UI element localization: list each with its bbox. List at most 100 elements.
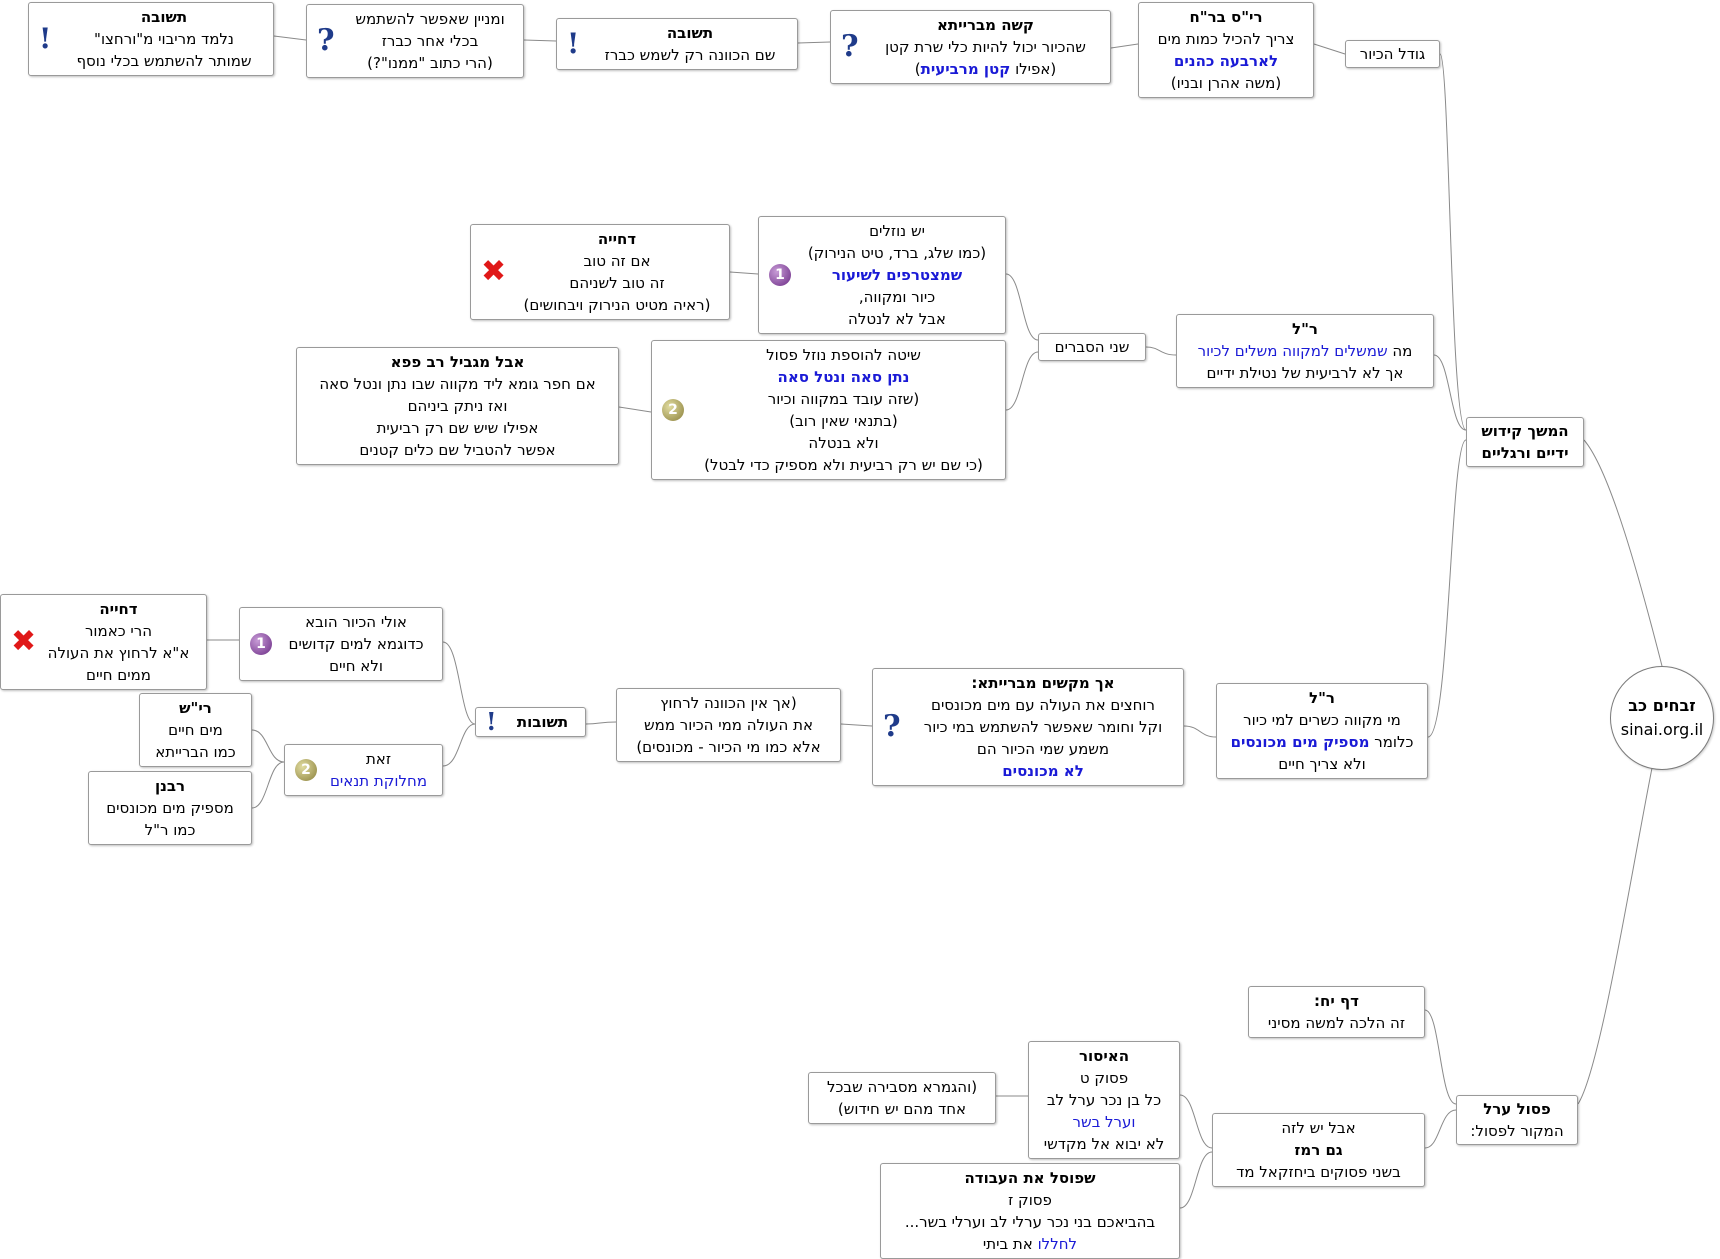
aval-yesh-node[interactable]: אבל יש לזה גם רמז בשני פסוקים ביחזקאל מד: [1212, 1113, 1425, 1187]
haisur-line3: וערל בשר: [1072, 1113, 1136, 1131]
teshuva-2-line1: נלמד מריבוי מ"ורחצו": [94, 30, 234, 48]
gemara-line1: (והגמרא מסבירה שבכל: [826, 1078, 978, 1096]
reject-icon: ✖: [11, 624, 37, 659]
minayin-node[interactable]: ומניין שאפשר להשתמש בכלי אחר כברז (הרי כ…: [306, 4, 524, 78]
gemara-node[interactable]: (והגמרא מסבירה שבכל אחד מהם יש חידוש): [808, 1072, 996, 1124]
shepasul-line3-a: לחללו: [1037, 1235, 1078, 1253]
shita-line5: ולא בנטלה: [808, 434, 879, 452]
rl-1-line1: מה שמשלים למקווה משלים לכיור: [1187, 340, 1423, 362]
ein-hakavana-line1: (אך אין הכוונה לרחוץ: [660, 694, 797, 712]
ach-makshim-line3: משמע שמי הכיור הם: [976, 740, 1110, 758]
minayin-line3: (הרי כתוב "ממנו"?): [367, 54, 493, 72]
shepasul-title: שפוסל את העבודה: [964, 1169, 1096, 1187]
exclamation-icon: !: [486, 707, 497, 736]
root-site: sinai.org.il: [1620, 720, 1704, 739]
yesh-nozlim-line5: אבל לא לנטלה: [848, 310, 946, 328]
shita-line2: נתן סאה ונטל סאה: [777, 368, 910, 386]
rish-brach-line3: (משה אהרן ובניו): [1170, 74, 1282, 92]
branch-pasul-line2: המקור לפסול:: [1470, 1122, 1564, 1140]
rabanan-title: רבנן: [154, 777, 186, 795]
rabanan-line2: כמו ר"ל: [144, 821, 196, 839]
number-1-icon: 1: [250, 633, 272, 655]
dchiya-1-line3: (ראיה מטיט הנירוק ויבחושים): [523, 296, 711, 314]
rabanan-node[interactable]: רבנן מספיק מים מכונסים כמו ר"ל: [88, 771, 252, 845]
dchiya-1-line2: זה טוב לשניהם: [569, 274, 665, 292]
rish-brach-line2: לארבעה כהנים: [1173, 52, 1279, 70]
rl-1-title: ר"ל: [1292, 320, 1318, 338]
shepasul-line2: בהביאכם בני נכר ערלי לב וערלי בשר...: [904, 1213, 1156, 1231]
minayin-line1: ומניין שאפשר להשתמש: [355, 10, 505, 28]
rl-1-line1-b: שמשלים למקווה משלים לכיור: [1197, 342, 1388, 360]
branch-pasul-node[interactable]: פסול ערל המקור לפסול:: [1456, 1095, 1578, 1145]
kasha-line1: שהכיור יכול להיות כלי שרת קטן: [885, 38, 1086, 56]
godel-kiyor-node[interactable]: גודל הכיור: [1345, 40, 1440, 68]
shnei-hesberim-node[interactable]: שני הסברים: [1038, 333, 1146, 361]
ein-hakavana-node[interactable]: (אך אין הכוונה לרחוץ את העולה ממי הכיור …: [616, 688, 841, 762]
shepasul-node[interactable]: שפוסל את העבודה פסוק ז בהביאכם בני נכר ע…: [880, 1163, 1180, 1259]
yesh-nozlim-line1: יש נוזלים: [869, 222, 925, 240]
kasha-line2-a: (אפילו: [1010, 60, 1057, 78]
shita-line4: (בתנאי שאין רוב): [789, 412, 898, 430]
rish-line2: כמו הברייתא: [155, 743, 236, 761]
dchiya-2-line3: ממים חיים: [86, 666, 151, 684]
shita-node[interactable]: שיטה להוספת נוזל פסול נתן סאה ונטל סאה (…: [651, 340, 1006, 480]
rl-1-line2: אך לא לרביעית של נטילת ידיים: [1206, 364, 1404, 382]
yesh-nozlim-line3: שמצטרפים לשיעור: [831, 266, 963, 284]
rish-node[interactable]: רי"ש מים חיים כמו הברייתא: [139, 693, 252, 767]
reject-icon: ✖: [481, 254, 507, 289]
branch-hemshech-line1: המשך קידוש: [1481, 422, 1569, 440]
ulai-node[interactable]: אולי הכיור הובא כדוגמא למים קדושים ולא ח…: [239, 607, 443, 681]
daf-yach-node[interactable]: דף יח: זה הלכה למשה מסיני: [1248, 986, 1425, 1038]
question-icon: ?: [883, 709, 901, 744]
dchiya-2-line2: א"א לרחוץ את העולה: [47, 644, 190, 662]
godel-kiyor-label: גודל הכיור: [1359, 45, 1426, 63]
aval-mgabil-node[interactable]: אבל מגביל רב פפא אם חפר גומא ליד מקווה ש…: [296, 347, 619, 465]
zot-node[interactable]: זאת מחלוקת תנאים 2: [284, 744, 443, 796]
rl-node-1[interactable]: ר"ל מה שמשלים למקווה משלים לכיור אך לא ל…: [1176, 314, 1434, 388]
dchiya-2-line1: הרי כאמור: [84, 622, 153, 640]
dchiya-1-title: דחייה: [597, 230, 637, 248]
aval-mgabil-line3: אפילו שיש שם רק רביעית: [376, 419, 539, 437]
dchiya-node-1[interactable]: דחייה אם זה טוב זה טוב לשניהם (ראיה מטיט…: [470, 224, 730, 320]
daf-yach-line1: זה הלכה למשה מסיני: [1267, 1014, 1406, 1032]
rl-1-line1-a: מה: [1387, 342, 1413, 360]
haisur-node[interactable]: האיסור פסוק ט כל בן נכר ערל לב וערל בשר …: [1028, 1041, 1180, 1159]
teshuva-node-1[interactable]: תשובה שם הכוונה רק לשמש כברז !: [556, 18, 798, 70]
branch-hemshech-node[interactable]: המשך קידוש ידיים ורגליים: [1466, 417, 1584, 467]
yesh-nozlim-node[interactable]: יש נוזלים (כמו שלג, ברד, טיט הנירוק) שמצ…: [758, 216, 1006, 334]
rish-brach-line1: צריך להכיל כמות מים: [1157, 30, 1295, 48]
aval-mgabil-line2: ואז ניתק ביניהם: [407, 397, 508, 415]
kasha-node[interactable]: קשה מברייתא שהכיור יכול להיות כלי שרת קט…: [830, 10, 1111, 84]
aval-mgabil-title: אבל מגביל רב פפא: [390, 353, 525, 371]
aval-yesh-line3: בשני פסוקים ביחזקאל מד: [1236, 1163, 1401, 1181]
branch-hemshech-line2: ידיים ורגליים: [1481, 444, 1569, 462]
rl-node-2[interactable]: ר"ל מי מקווה כשרים למי כיור כלומר מספיק …: [1216, 683, 1428, 779]
exclamation-icon: !: [39, 22, 52, 55]
gemara-line2: אחד מהם יש חידוש): [837, 1100, 967, 1118]
yesh-nozlim-line4: כיור ומקווה,: [858, 288, 936, 306]
rl-2-line2-a: כלומר: [1369, 733, 1414, 751]
rish-title: רי"ש: [179, 699, 212, 717]
teshuva-1-title: תשובה: [666, 24, 714, 42]
haisur-title: האיסור: [1078, 1047, 1130, 1065]
shnei-hesberim-label: שני הסברים: [1054, 338, 1130, 356]
root-node[interactable]: זבחים כב sinai.org.il: [1610, 666, 1714, 770]
teshuva-node-2[interactable]: תשובה נלמד מריבוי מ"ורחצו" שמותר להשתמש …: [28, 2, 274, 76]
ach-makshim-node[interactable]: אך מקשים מברייתא: רוחצים את העולה עם מים…: [872, 668, 1184, 786]
minayin-line2: בכלי אחר כברז: [381, 32, 479, 50]
rish-brach-node[interactable]: רי"ס בר"ח צריך להכיל כמות מים לארבעה כהנ…: [1138, 2, 1314, 98]
teshuva-2-title: תשובה: [140, 8, 188, 26]
ach-makshim-line2: וקל וחומר שאפשר להשתמש במי כיור: [923, 718, 1163, 736]
kasha-title: קשה מברייתא: [937, 16, 1034, 34]
shepasul-line3-b: את ביתי: [982, 1235, 1038, 1253]
zot-line2: מחלוקת תנאים: [329, 772, 428, 790]
branch-pasul-title: פסול ערל: [1483, 1100, 1551, 1118]
shita-line1: שיטה להוספת נוזל פסול: [766, 346, 921, 364]
dchiya-2-title: דחייה: [99, 600, 138, 618]
teshuvot-node[interactable]: תשובות !: [475, 707, 586, 737]
ulai-line2: כדוגמא למים קדושים: [288, 635, 424, 653]
ach-makshim-title: אך מקשים מברייתא:: [971, 674, 1115, 692]
dchiya-node-2[interactable]: דחייה הרי כאמור א"א לרחוץ את העולה ממים …: [0, 594, 207, 690]
ach-makshim-line1: רוחצים את העולה עם מים מכונסים: [931, 696, 1155, 714]
rabanan-line1: מספיק מים מכונסים: [106, 799, 234, 817]
